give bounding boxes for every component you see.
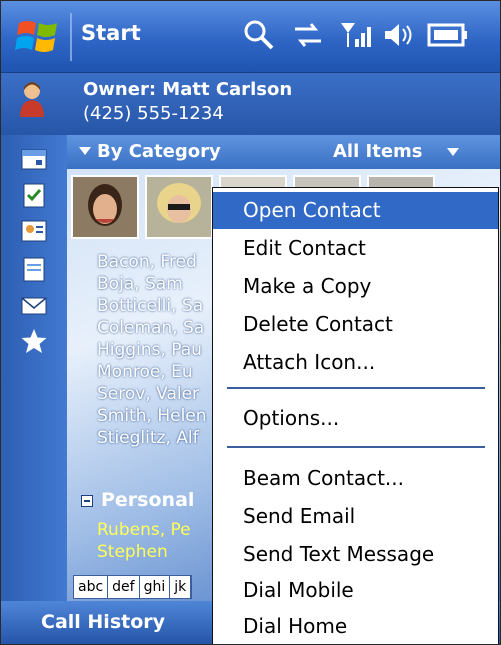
alphabet-index: abc def ghi jk <box>73 575 193 599</box>
title-separator <box>70 13 72 61</box>
list-item[interactable]: Rubens, Pe <box>97 519 191 541</box>
notes-icon[interactable] <box>19 255 49 283</box>
owner-icon <box>20 82 44 117</box>
calendar-icon[interactable] <box>19 145 49 173</box>
menu-item-dial-mobile[interactable]: Dial Mobile <box>213 572 498 609</box>
contact-photo[interactable] <box>145 175 213 239</box>
menu-item-open-contact[interactable]: Open Contact <box>213 192 498 229</box>
volume-icon[interactable] <box>381 17 415 53</box>
owner-phone: (425) 555-1234 <box>83 103 224 124</box>
menu-divider <box>227 387 485 389</box>
view-filter[interactable]: All Items <box>333 141 423 162</box>
collapse-icon[interactable] <box>81 495 93 507</box>
pocket-pc-screen: Start Owner: Matt Carlson (425) 555-1234… <box>0 0 501 645</box>
personal-list: Rubens, Pe Stephen <box>97 519 191 563</box>
chevron-down-icon[interactable] <box>79 147 91 155</box>
search-icon[interactable] <box>241 17 277 53</box>
signal-strength-icon[interactable] <box>339 17 373 53</box>
favorites-star-icon[interactable] <box>19 327 49 355</box>
battery-icon[interactable] <box>426 17 468 53</box>
category-filter[interactable]: By Category <box>97 141 221 162</box>
contacts-icon[interactable] <box>19 217 49 245</box>
title-bar: Start <box>1 1 500 73</box>
chevron-down-icon[interactable] <box>447 148 459 156</box>
call-history-softkey[interactable]: Call History <box>41 611 165 633</box>
menu-item-attach-icon[interactable]: Attach Icon... <box>213 344 498 381</box>
tasks-icon[interactable] <box>19 181 49 209</box>
alpha-tab[interactable]: jk <box>170 576 192 598</box>
menu-item-send-text[interactable]: Send Text Message <box>213 536 498 573</box>
alpha-tab[interactable]: abc <box>74 576 109 598</box>
menu-item-options[interactable]: Options... <box>213 400 498 437</box>
alpha-tab[interactable]: ghi <box>140 576 171 598</box>
launcher-bar <box>1 135 67 601</box>
menu-item-send-email[interactable]: Send Email <box>213 498 498 535</box>
owner-info[interactable]: Owner: Matt Carlson (425) 555-1234 <box>1 73 500 135</box>
connectivity-icon[interactable] <box>291 17 325 53</box>
window-title[interactable]: Start <box>81 21 141 45</box>
windows-start-icon[interactable] <box>15 13 61 59</box>
owner-name: Owner: Matt Carlson <box>83 79 293 100</box>
menu-item-make-copy[interactable]: Make a Copy <box>213 268 498 305</box>
context-menu: Open Contact Edit Contact Make a Copy De… <box>212 187 499 644</box>
menu-item-delete-contact[interactable]: Delete Contact <box>213 306 498 343</box>
menu-item-edit-contact[interactable]: Edit Contact <box>213 230 498 267</box>
menu-divider <box>227 446 485 448</box>
menu-item-beam-contact[interactable]: Beam Contact... <box>213 460 498 497</box>
alpha-tab[interactable]: def <box>108 576 140 598</box>
category-header[interactable]: Personal <box>101 489 194 511</box>
menu-item-dial-home[interactable]: Dial Home <box>213 608 498 644</box>
category-bar: By Category All Items <box>67 135 500 169</box>
contact-photo[interactable] <box>71 175 139 239</box>
list-item[interactable]: Stephen <box>97 541 191 563</box>
messaging-icon[interactable] <box>19 291 49 319</box>
